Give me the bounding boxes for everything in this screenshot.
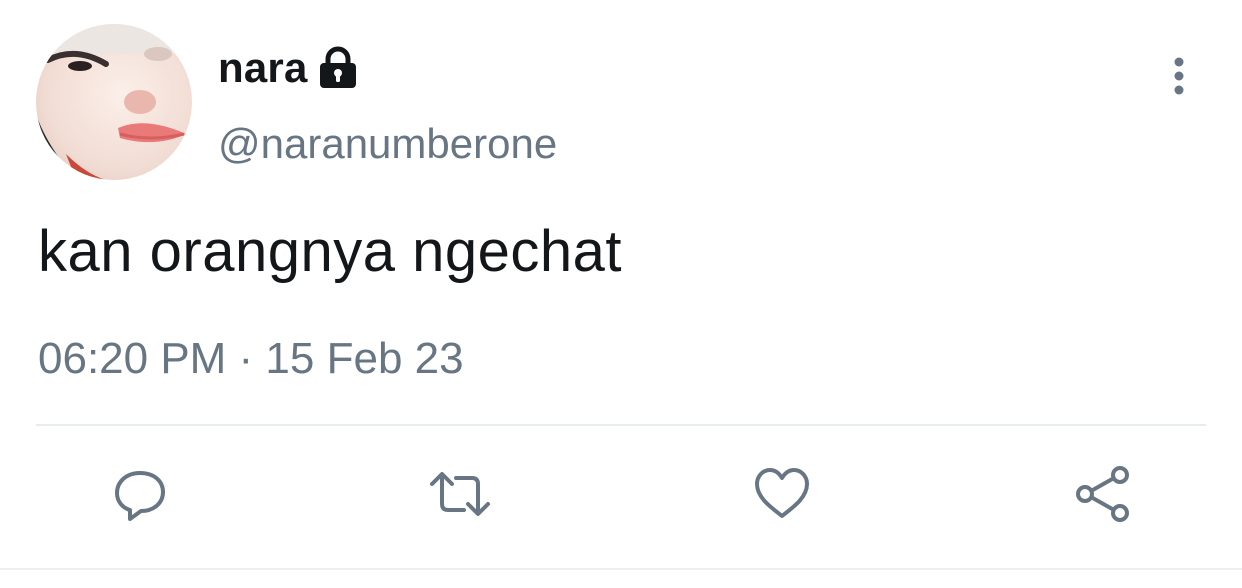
more-options-icon[interactable] bbox=[1164, 54, 1194, 98]
like-button[interactable] bbox=[750, 462, 814, 526]
heart-icon bbox=[755, 468, 809, 518]
share-nodes-icon bbox=[1076, 466, 1129, 522]
speech-bubble-icon bbox=[115, 471, 165, 521]
lock-icon bbox=[318, 46, 358, 90]
reply-button[interactable] bbox=[108, 462, 172, 526]
name-row: nara bbox=[218, 40, 358, 96]
retweet-button[interactable] bbox=[428, 462, 492, 526]
tweet-card: nara @naranumberone kan orangnya ngechat… bbox=[0, 0, 1242, 588]
share-button[interactable] bbox=[1070, 462, 1134, 526]
tweet-text: kan orangnya ngechat bbox=[38, 219, 622, 284]
avatar[interactable] bbox=[36, 24, 192, 180]
bottom-divider bbox=[0, 568, 1242, 570]
display-name[interactable]: nara bbox=[218, 44, 308, 92]
tweet-timestamp[interactable]: 06:20 PM · 15 Feb 23 bbox=[38, 334, 464, 384]
avatar-photo bbox=[36, 24, 192, 180]
retweet-arrows-icon bbox=[430, 472, 490, 516]
user-handle[interactable]: @naranumberone bbox=[218, 120, 557, 168]
divider bbox=[36, 424, 1206, 426]
